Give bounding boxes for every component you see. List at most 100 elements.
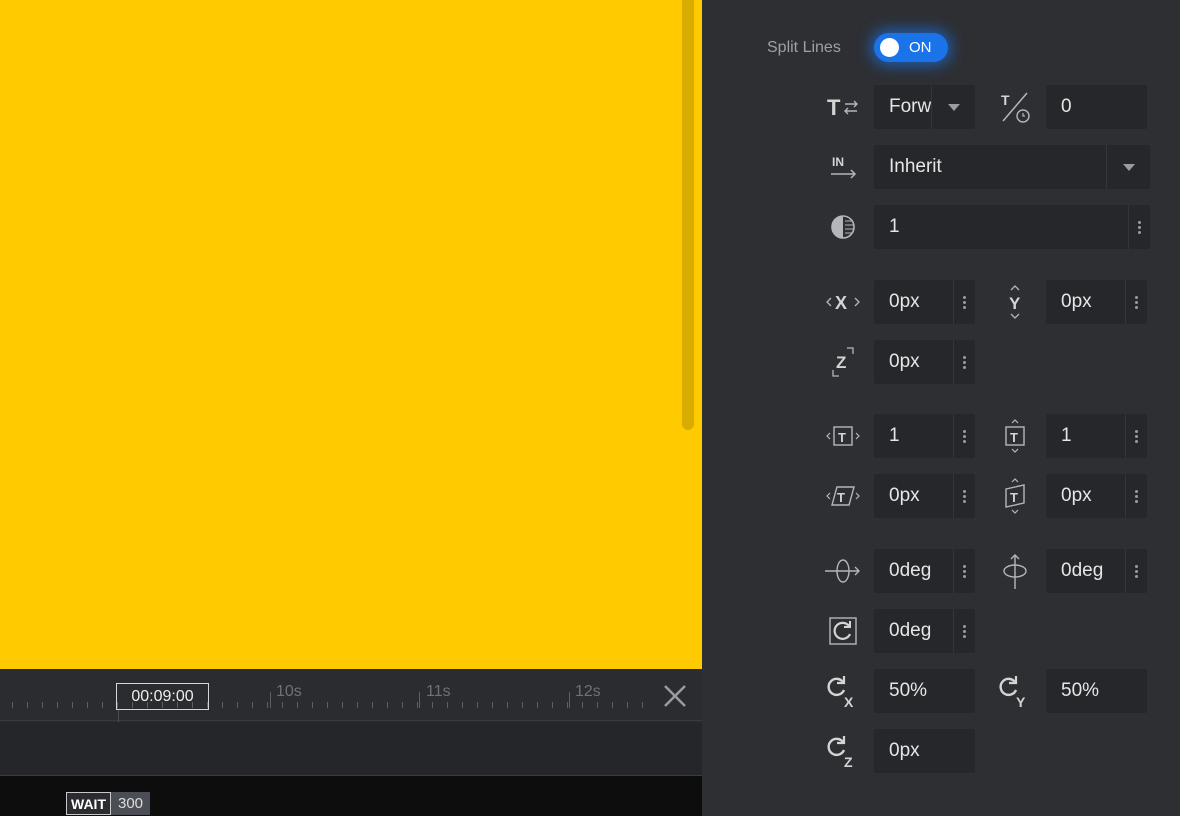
- canvas-scrollbar[interactable]: [682, 0, 694, 430]
- svg-text:Z: Z: [836, 353, 846, 372]
- ruler-tick: [162, 702, 163, 708]
- slide-canvas[interactable]: [0, 0, 702, 669]
- offset-x-value: 0px: [889, 291, 920, 312]
- delay-value: 0: [1061, 96, 1072, 117]
- text-delay-icon: T: [995, 87, 1035, 127]
- delay-input[interactable]: 0: [1046, 85, 1147, 129]
- ruler-tick: [27, 702, 28, 708]
- more-options-icon[interactable]: [953, 609, 975, 653]
- direction-select[interactable]: Forw: [874, 85, 975, 129]
- origin-y-icon: Y: [995, 671, 1035, 711]
- wait-badge[interactable]: WAIT 300: [66, 792, 151, 815]
- ruler-tick: [222, 702, 223, 708]
- ruler-tick: [72, 702, 73, 708]
- ruler-tick-major: [569, 692, 570, 708]
- opacity-value: 1: [889, 216, 900, 237]
- rotate-x-input[interactable]: 0deg: [874, 549, 975, 593]
- scale-x-input[interactable]: 1: [874, 414, 975, 458]
- ruler-tick: [417, 702, 418, 708]
- origin-z-input[interactable]: 0px: [874, 729, 975, 773]
- origin-z-value: 0px: [889, 740, 920, 761]
- more-options-icon[interactable]: [1125, 280, 1147, 324]
- origin-y-input[interactable]: 50%: [1046, 669, 1147, 713]
- skew-x-value: 0px: [889, 485, 920, 506]
- svg-text:X: X: [835, 293, 847, 313]
- ruler-tick-major: [270, 692, 271, 708]
- timeline: 10s 11s 12s 00:09:00 WAIT 300: [0, 669, 702, 816]
- origin-x-icon: X: [823, 671, 863, 711]
- ruler-label-11s: 11s: [426, 683, 451, 700]
- more-options-icon[interactable]: [1125, 549, 1147, 593]
- toggle-state: ON: [909, 39, 932, 56]
- skew-y-icon: T: [995, 476, 1035, 516]
- skew-x-input[interactable]: 0px: [874, 474, 975, 518]
- ruler-tick: [537, 702, 538, 708]
- ruler-tick: [597, 702, 598, 708]
- more-options-icon[interactable]: [953, 549, 975, 593]
- scale-x-icon: T: [823, 416, 863, 456]
- split-lines-label: Split Lines: [767, 39, 841, 56]
- offset-z-icon: Z: [823, 342, 863, 382]
- svg-text:Z: Z: [844, 754, 853, 770]
- svg-text:T: T: [1010, 490, 1018, 505]
- svg-text:Y: Y: [1016, 694, 1026, 710]
- svg-text:Y: Y: [1009, 294, 1021, 313]
- scale-y-value: 1: [1061, 425, 1072, 446]
- more-options-icon[interactable]: [1125, 414, 1147, 458]
- more-options-icon[interactable]: [953, 414, 975, 458]
- more-options-icon[interactable]: [1125, 474, 1147, 518]
- opacity-input[interactable]: 1: [874, 205, 1150, 249]
- more-options-icon[interactable]: [1128, 205, 1150, 249]
- ruler-label-12s: 12s: [575, 683, 601, 700]
- origin-x-input[interactable]: 50%: [874, 669, 975, 713]
- ruler-tick-major: [419, 692, 420, 708]
- ruler-tick: [282, 702, 283, 708]
- ruler-label-10s: 10s: [276, 683, 302, 700]
- ruler-tick: [192, 702, 193, 708]
- ease-in-select[interactable]: Inherit: [874, 145, 1150, 189]
- svg-text:IN: IN: [832, 155, 844, 169]
- rotate-y-value: 0deg: [1061, 560, 1104, 581]
- timeline-track[interactable]: [0, 722, 702, 776]
- svg-text:T: T: [1001, 92, 1010, 108]
- ruler-tick: [117, 702, 118, 708]
- more-options-icon[interactable]: [953, 280, 975, 324]
- scale-y-input[interactable]: 1: [1046, 414, 1147, 458]
- animation-panel: Split Lines ON T Forw T 0 IN Inherit 1 X…: [702, 0, 1180, 816]
- offset-y-input[interactable]: 0px: [1046, 280, 1147, 324]
- ruler-tick: [552, 702, 553, 708]
- offset-y-value: 0px: [1061, 291, 1092, 312]
- skew-y-input[interactable]: 0px: [1046, 474, 1147, 518]
- svg-text:T: T: [838, 430, 846, 445]
- offset-x-input[interactable]: 0px: [874, 280, 975, 324]
- offset-y-icon: Y: [995, 282, 1035, 322]
- ruler-tick: [567, 702, 568, 708]
- rotate-y-input[interactable]: 0deg: [1046, 549, 1147, 593]
- offset-z-input[interactable]: 0px: [874, 340, 975, 384]
- split-lines-toggle[interactable]: ON: [874, 33, 948, 62]
- more-options-icon[interactable]: [953, 474, 975, 518]
- origin-y-value: 50%: [1061, 680, 1100, 701]
- ruler-tick: [342, 702, 343, 708]
- ruler-tick: [177, 702, 178, 708]
- close-icon[interactable]: [660, 681, 690, 711]
- rotate-z-input[interactable]: 0deg: [874, 609, 975, 653]
- direction-value: Forw: [889, 96, 931, 117]
- ruler-tick: [252, 702, 253, 708]
- origin-z-icon: Z: [823, 731, 863, 771]
- chevron-down-icon[interactable]: [931, 85, 975, 129]
- ruler-tick: [87, 702, 88, 708]
- timeline-ruler[interactable]: 10s 11s 12s 00:09:00: [0, 669, 702, 721]
- wait-label: WAIT: [66, 792, 111, 815]
- editor-root: 10s 11s 12s 00:09:00 WAIT 300 Split Line…: [0, 0, 1180, 816]
- skew-x-icon: T: [823, 476, 863, 516]
- rotate-z-icon: [823, 611, 863, 651]
- more-options-icon[interactable]: [953, 340, 975, 384]
- rotate-x-icon: [823, 551, 863, 591]
- ruler-tick: [132, 702, 133, 708]
- toggle-knob: [880, 38, 899, 57]
- ruler-tick: [237, 702, 238, 708]
- origin-x-value: 50%: [889, 680, 928, 701]
- ruler-tick: [387, 702, 388, 708]
- chevron-down-icon[interactable]: [1106, 145, 1150, 189]
